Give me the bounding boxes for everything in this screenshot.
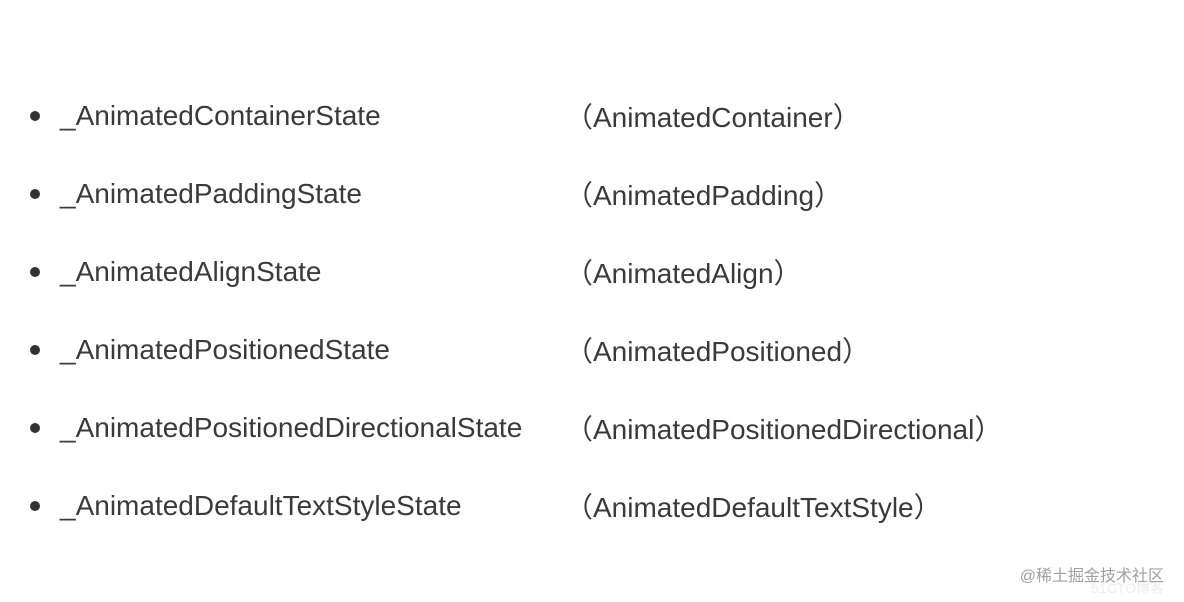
state-class-name: _AnimatedPaddingState — [60, 178, 362, 210]
list-item: _AnimatedContainerState （AnimatedContain… — [30, 100, 1154, 132]
list-item: _AnimatedPositionedState （AnimatedPositi… — [30, 334, 1154, 366]
bullet-icon — [30, 423, 40, 433]
bullet-icon — [30, 189, 40, 199]
bullet-icon — [30, 267, 40, 277]
bullet-icon — [30, 345, 40, 355]
state-class-name: _AnimatedDefaultTextStyleState — [60, 490, 462, 522]
list-item: _AnimatedPaddingState （AnimatedPadding） — [30, 178, 1154, 210]
widget-class-name: （AnimatedDefaultTextStyle） — [565, 486, 942, 526]
bullet-icon — [30, 501, 40, 511]
widget-class-name: （AnimatedPositioned） — [565, 330, 870, 370]
widget-class-name: （AnimatedPositionedDirectional） — [565, 408, 1002, 448]
animated-state-list: _AnimatedContainerState （AnimatedContain… — [30, 100, 1154, 522]
state-class-name: _AnimatedPositionedState — [60, 334, 390, 366]
watermark-text-secondary: 51CTO博客 — [1091, 578, 1164, 598]
state-class-name: _AnimatedAlignState — [60, 256, 322, 288]
widget-class-name: （AnimatedContainer） — [565, 96, 861, 136]
widget-class-name: （AnimatedAlign） — [565, 252, 802, 292]
list-item: _AnimatedPositionedDirectionalState （Ani… — [30, 412, 1154, 444]
list-item: _AnimatedAlignState （AnimatedAlign） — [30, 256, 1154, 288]
state-class-name: _AnimatedPositionedDirectionalState — [60, 412, 522, 444]
state-class-name: _AnimatedContainerState — [60, 100, 381, 132]
list-item: _AnimatedDefaultTextStyleState （Animated… — [30, 490, 1154, 522]
widget-class-name: （AnimatedPadding） — [565, 174, 842, 214]
bullet-icon — [30, 111, 40, 121]
